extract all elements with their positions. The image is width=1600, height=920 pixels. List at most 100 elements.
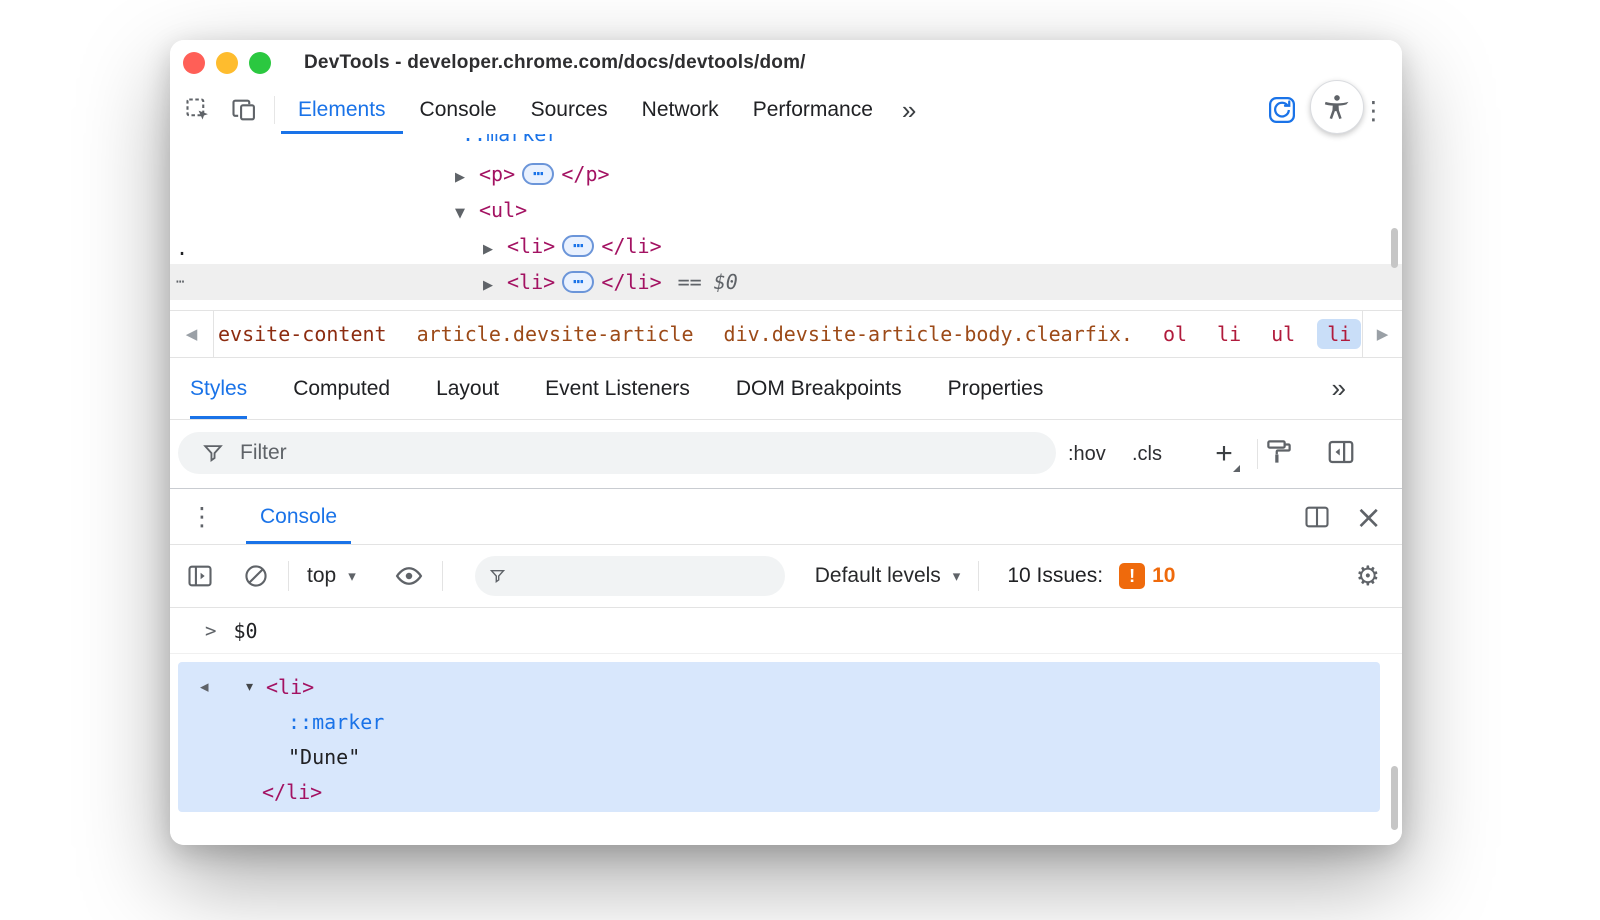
- tag-close: </li>: [262, 775, 322, 810]
- styles-filter-field[interactable]: [178, 432, 1056, 474]
- result-row-open: ◂ ▾ <li>: [178, 670, 1380, 705]
- tab-properties[interactable]: Properties: [948, 358, 1044, 419]
- tab-computed[interactable]: Computed: [293, 358, 390, 419]
- console-scrollbar[interactable]: [1391, 766, 1398, 830]
- expand-expanded-icon[interactable]: ▼: [455, 196, 479, 232]
- console-result-node[interactable]: ◂ ▾ <li> ::marker "Dune" </li>: [178, 662, 1380, 812]
- chevron-down-icon: ▾: [348, 567, 356, 585]
- inline-children-badge[interactable]: ⋯: [562, 271, 594, 293]
- tab-performance[interactable]: Performance: [736, 86, 890, 134]
- inspect-cursor-icon: [184, 96, 212, 124]
- tab-dom-breakpoints[interactable]: DOM Breakpoints: [736, 358, 902, 419]
- create-live-expression-icon[interactable]: [394, 561, 424, 591]
- toggle-sidebar-icon[interactable]: [1326, 437, 1356, 467]
- result-arrow-icon: ◂: [200, 670, 209, 705]
- tab-label: Elements: [298, 98, 386, 122]
- levels-label: Default levels: [815, 564, 941, 588]
- console-toolbar-separator: [442, 561, 443, 591]
- collapse-node-icon[interactable]: ▾: [246, 670, 253, 705]
- minimize-window-button[interactable]: [216, 52, 238, 74]
- show-sidebar-icon: [186, 562, 214, 590]
- execution-context-selector[interactable]: top ▾: [307, 564, 356, 588]
- elements-scrollbar[interactable]: [1391, 228, 1398, 268]
- filter-funnel-icon: [489, 566, 506, 586]
- dom-tree-row-marker[interactable]: ::marker: [170, 134, 1402, 152]
- breadcrumb: ◀ evsite-content article.devsite-article…: [170, 310, 1402, 358]
- breadcrumb-scroll-left-icon[interactable]: ◀: [170, 311, 214, 357]
- log-levels-selector[interactable]: Default levels ▾: [815, 564, 961, 588]
- result-row-text: "Dune": [178, 740, 1380, 775]
- panel-tabs: Elements Console Sources Network Perform…: [281, 86, 890, 134]
- issues-badge[interactable]: ! 10: [1119, 563, 1175, 589]
- inline-children-badge[interactable]: ⋯: [522, 163, 554, 185]
- window-title: DevTools - developer.chrome.com/docs/dev…: [304, 52, 806, 74]
- kebab-icon: ⋮: [1361, 96, 1386, 125]
- clipped-fragment: .: [176, 230, 188, 266]
- issue-exclamation-icon: !: [1119, 563, 1145, 589]
- close-drawer-icon[interactable]: ×: [1355, 501, 1382, 533]
- split-view-icon: [1303, 503, 1331, 531]
- dom-tree-row-li[interactable]: ▶<li>⋯</li>: [170, 228, 1402, 264]
- close-window-button[interactable]: [183, 52, 205, 74]
- more-options-icon[interactable]: ⋮: [1361, 96, 1386, 125]
- paint-roller-icon: [1264, 437, 1294, 467]
- new-style-rule-button[interactable]: +: [1206, 420, 1242, 488]
- sync-connection-icon[interactable]: [1267, 95, 1297, 125]
- console-command-row[interactable]: > $0: [170, 608, 1402, 654]
- inspect-element-icon[interactable]: [180, 86, 216, 134]
- expand-collapsed-icon[interactable]: ▶: [483, 232, 507, 268]
- breadcrumb-item-li-selected[interactable]: li: [1317, 319, 1361, 349]
- console-filter-input[interactable]: [506, 565, 771, 588]
- more-panels-chevron-icon[interactable]: »: [890, 86, 928, 134]
- styles-filter-bar: :hov .cls +: [170, 420, 1402, 488]
- pseudo-element-label: ::marker: [462, 134, 558, 146]
- expand-collapsed-icon[interactable]: ▶: [455, 160, 479, 196]
- tab-console[interactable]: Console: [403, 86, 514, 134]
- zoom-window-button[interactable]: [249, 52, 271, 74]
- breadcrumb-item-div[interactable]: div.devsite-article-body.clearfix.: [724, 322, 1133, 346]
- clear-console-icon[interactable]: [242, 562, 270, 590]
- tab-label: Performance: [753, 98, 873, 122]
- chevron-down-icon: ▾: [953, 567, 961, 585]
- expand-collapsed-icon[interactable]: ▶: [483, 268, 507, 304]
- kebab-icon: ⋮: [190, 502, 215, 531]
- tag-close: </li>: [601, 234, 661, 258]
- close-icon: ×: [1355, 501, 1382, 533]
- tab-layout[interactable]: Layout: [436, 358, 499, 419]
- rendering-emulation-icon[interactable]: [1264, 437, 1294, 467]
- split-panel-icon[interactable]: [1303, 503, 1331, 531]
- device-toolbar-icon[interactable]: [226, 86, 262, 134]
- inline-children-badge[interactable]: ⋯: [562, 235, 594, 257]
- more-sidebar-tabs-chevron-icon[interactable]: »: [1332, 358, 1402, 419]
- tab-event-listeners[interactable]: Event Listeners: [545, 358, 690, 419]
- tab-styles[interactable]: Styles: [190, 358, 247, 419]
- command-text: $0: [233, 619, 257, 643]
- breadcrumb-scroll-right-icon[interactable]: ▶: [1362, 311, 1402, 357]
- toggle-hover-state-button[interactable]: :hov: [1068, 420, 1106, 488]
- styles-filter-input[interactable]: [240, 441, 1040, 465]
- pseudo-element-label: ::marker: [288, 705, 384, 740]
- dollar-zero-annotation: == $0: [678, 270, 738, 294]
- console-filter-field[interactable]: [475, 556, 785, 596]
- dom-tree-row-ul[interactable]: ▼<ul>: [170, 192, 1402, 228]
- prompt-chevron-icon: >: [205, 620, 216, 642]
- tag-open: <p>: [479, 162, 515, 186]
- breadcrumb-item-article[interactable]: article.devsite-article: [417, 322, 694, 346]
- console-settings-icon[interactable]: ⚙: [1356, 561, 1380, 592]
- breadcrumb-item-ul[interactable]: ul: [1271, 322, 1295, 346]
- drawer-tab-console[interactable]: Console: [246, 489, 351, 544]
- tab-sources[interactable]: Sources: [514, 86, 625, 134]
- dom-tree-row-p[interactable]: ▶<p>⋯</p>: [170, 156, 1402, 192]
- breadcrumb-item-li[interactable]: li: [1217, 322, 1241, 346]
- tab-elements[interactable]: Elements: [281, 86, 403, 134]
- drawer-menu-icon[interactable]: ⋮: [182, 489, 222, 544]
- console-toolbar-separator: [978, 561, 979, 591]
- tab-network[interactable]: Network: [625, 86, 736, 134]
- breadcrumb-item-devsite-content[interactable]: evsite-content: [218, 322, 387, 346]
- toggle-class-button[interactable]: .cls: [1132, 420, 1162, 488]
- console-sidebar-toggle-icon[interactable]: [186, 562, 214, 590]
- dom-tree-row-li-selected[interactable]: ⋯ ▶<li>⋯</li>== $0: [170, 264, 1402, 300]
- window-controls: [170, 52, 271, 74]
- accessibility-button[interactable]: [1310, 80, 1364, 134]
- breadcrumb-item-ol[interactable]: ol: [1163, 322, 1187, 346]
